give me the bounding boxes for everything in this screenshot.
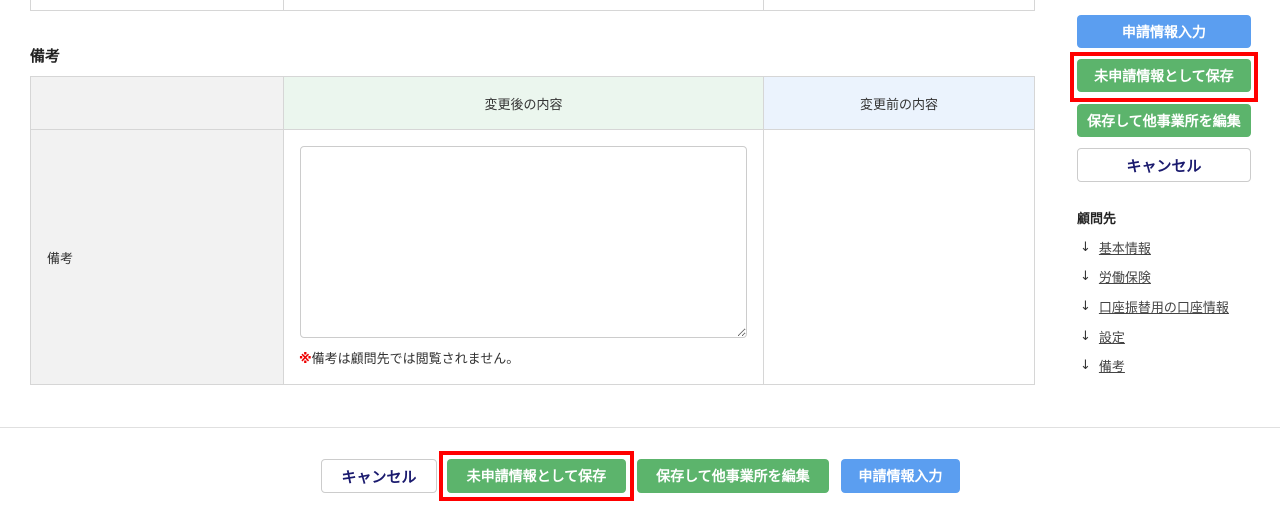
nav-link-settings[interactable]: ↓ 設定 <box>1080 327 1125 346</box>
before-cell <box>763 129 1035 385</box>
note-mark: ※ <box>299 352 312 367</box>
side-save-unapplied-button[interactable]: 未申請情報として保存 <box>1077 59 1251 92</box>
nav-link-remarks[interactable]: ↓ 備考 <box>1080 356 1125 375</box>
row-label: 備考 <box>30 129 284 385</box>
header-empty-cell <box>30 76 284 130</box>
section-title: 備考 <box>30 47 61 65</box>
arrow-down-icon: ↓ <box>1080 299 1091 314</box>
footer-divider <box>0 427 1280 428</box>
footer-cancel-button[interactable]: キャンセル <box>321 459 437 493</box>
remarks-textarea[interactable] <box>300 146 747 338</box>
nav-link-basic[interactable]: ↓ 基本情報 <box>1080 238 1151 257</box>
note-text: 備考は顧問先では閲覧されません。 <box>311 352 520 367</box>
header-after: 変更後の内容 <box>283 76 764 130</box>
row-label-text: 備考 <box>47 251 74 267</box>
side-save-edit-other-button[interactable]: 保存して他事業所を編集 <box>1077 104 1251 137</box>
footer-save-unapplied-button[interactable]: 未申請情報として保存 <box>447 459 626 493</box>
nav-link-account[interactable]: ↓ 口座振替用の口座情報 <box>1080 297 1229 316</box>
footer-apply-button[interactable]: 申請情報入力 <box>841 459 960 493</box>
prev-row-cell <box>30 0 284 11</box>
prev-row-cell <box>763 0 1035 11</box>
nav-link-labor[interactable]: ↓ 労働保険 <box>1080 267 1151 286</box>
footer-save-edit-other-button[interactable]: 保存して他事業所を編集 <box>637 459 829 493</box>
arrow-down-icon: ↓ <box>1080 329 1091 344</box>
remarks-note: ※備考は顧問先では閲覧されません。 <box>299 348 519 367</box>
arrow-down-icon: ↓ <box>1080 358 1091 373</box>
side-cancel-button[interactable]: キャンセル <box>1077 148 1251 182</box>
header-before: 変更前の内容 <box>763 76 1035 130</box>
side-apply-button[interactable]: 申請情報入力 <box>1077 15 1251 48</box>
arrow-down-icon: ↓ <box>1080 269 1091 284</box>
nav-title: 顧問先 <box>1077 212 1117 227</box>
prev-row-cell <box>283 0 764 11</box>
arrow-down-icon: ↓ <box>1080 240 1091 255</box>
